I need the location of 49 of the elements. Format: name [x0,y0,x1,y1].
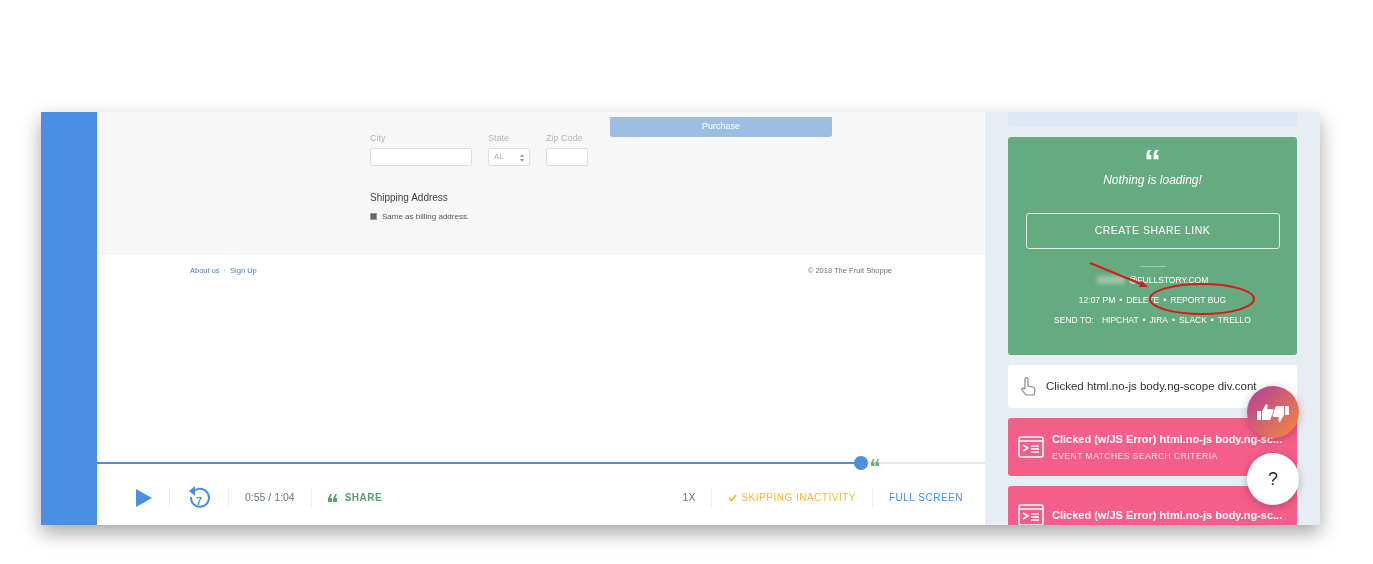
event-title: Clicked (w/JS Error) html.no-js body.ng-sc... [1052,507,1283,523]
send-to-link[interactable]: HIPCHAT [1101,315,1139,325]
note-marker-icon [870,459,879,466]
separator: • [1210,315,1214,325]
purchase-button[interactable]: Purchase [610,116,832,137]
event-title: Clicked (w/JS Error) html.no-js body.ng-sc... [1052,431,1283,447]
input-field[interactable] [546,147,588,166]
state-select[interactable]: AL [488,147,530,166]
note-text: Nothing is loading! [1102,172,1203,189]
redacted-name [1096,276,1125,284]
field-label: Zip Code [546,132,584,145]
rewind-button[interactable]: 7 [186,484,212,511]
send-to-link[interactable]: SLACK [1179,315,1207,325]
separator: • [1172,315,1175,325]
console-icon [1018,504,1044,525]
play-icon [135,487,153,508]
play-button[interactable] [135,487,153,508]
playback-time: 0:55 / 1:04 [245,489,295,505]
timeline-handle[interactable] [853,456,868,470]
checkbox-label: Same as billing address. [382,210,470,223]
checkbox[interactable] [370,213,377,220]
field-label: State [488,132,510,145]
console-icon [1018,436,1044,458]
send-to-link[interactable]: JIRA [1149,315,1168,325]
separator: • [1142,315,1146,325]
full-screen-button[interactable]: FULL SCREEN [888,490,963,505]
separator: • [1119,295,1123,305]
note-time: 12:07 PM [1078,295,1116,305]
quote-icon [327,493,337,502]
section-heading: Shipping Address [370,190,449,205]
separator: • [1163,295,1167,305]
check-icon [728,493,738,502]
thumbs-icon [1255,401,1291,424]
field-label: City [370,132,387,145]
event-subtitle: EVENT MATCHES SEARCH CRITERIA [1052,450,1219,464]
create-share-link-button[interactable]: CREATE SHARE LINK [1025,213,1280,249]
share-button[interactable]: SHARE [327,490,383,505]
click-event-card[interactable]: Clicked html.no-js body.ng-scope div.cont [1008,365,1297,408]
pointer-hand-icon [1018,375,1038,398]
skip-inactivity-toggle[interactable]: SKIPPING INACTIVITY [728,490,856,505]
note-action-link[interactable]: REPORT BUG [1170,295,1227,305]
send-to-link[interactable]: TRELLO [1217,315,1251,325]
quote-mark: “ [1144,147,1161,171]
input-field[interactable] [370,147,472,166]
error-event-card[interactable]: Clicked (w/JS Error) html.no-js body.ng-sc... [1008,486,1297,525]
event-title: Clicked html.no-js body.ng-scope div.cont [1046,378,1257,394]
speed-button[interactable]: 1X [682,489,696,506]
send-to-label: SEND TO: [1054,315,1094,325]
updown-icon [520,153,524,162]
